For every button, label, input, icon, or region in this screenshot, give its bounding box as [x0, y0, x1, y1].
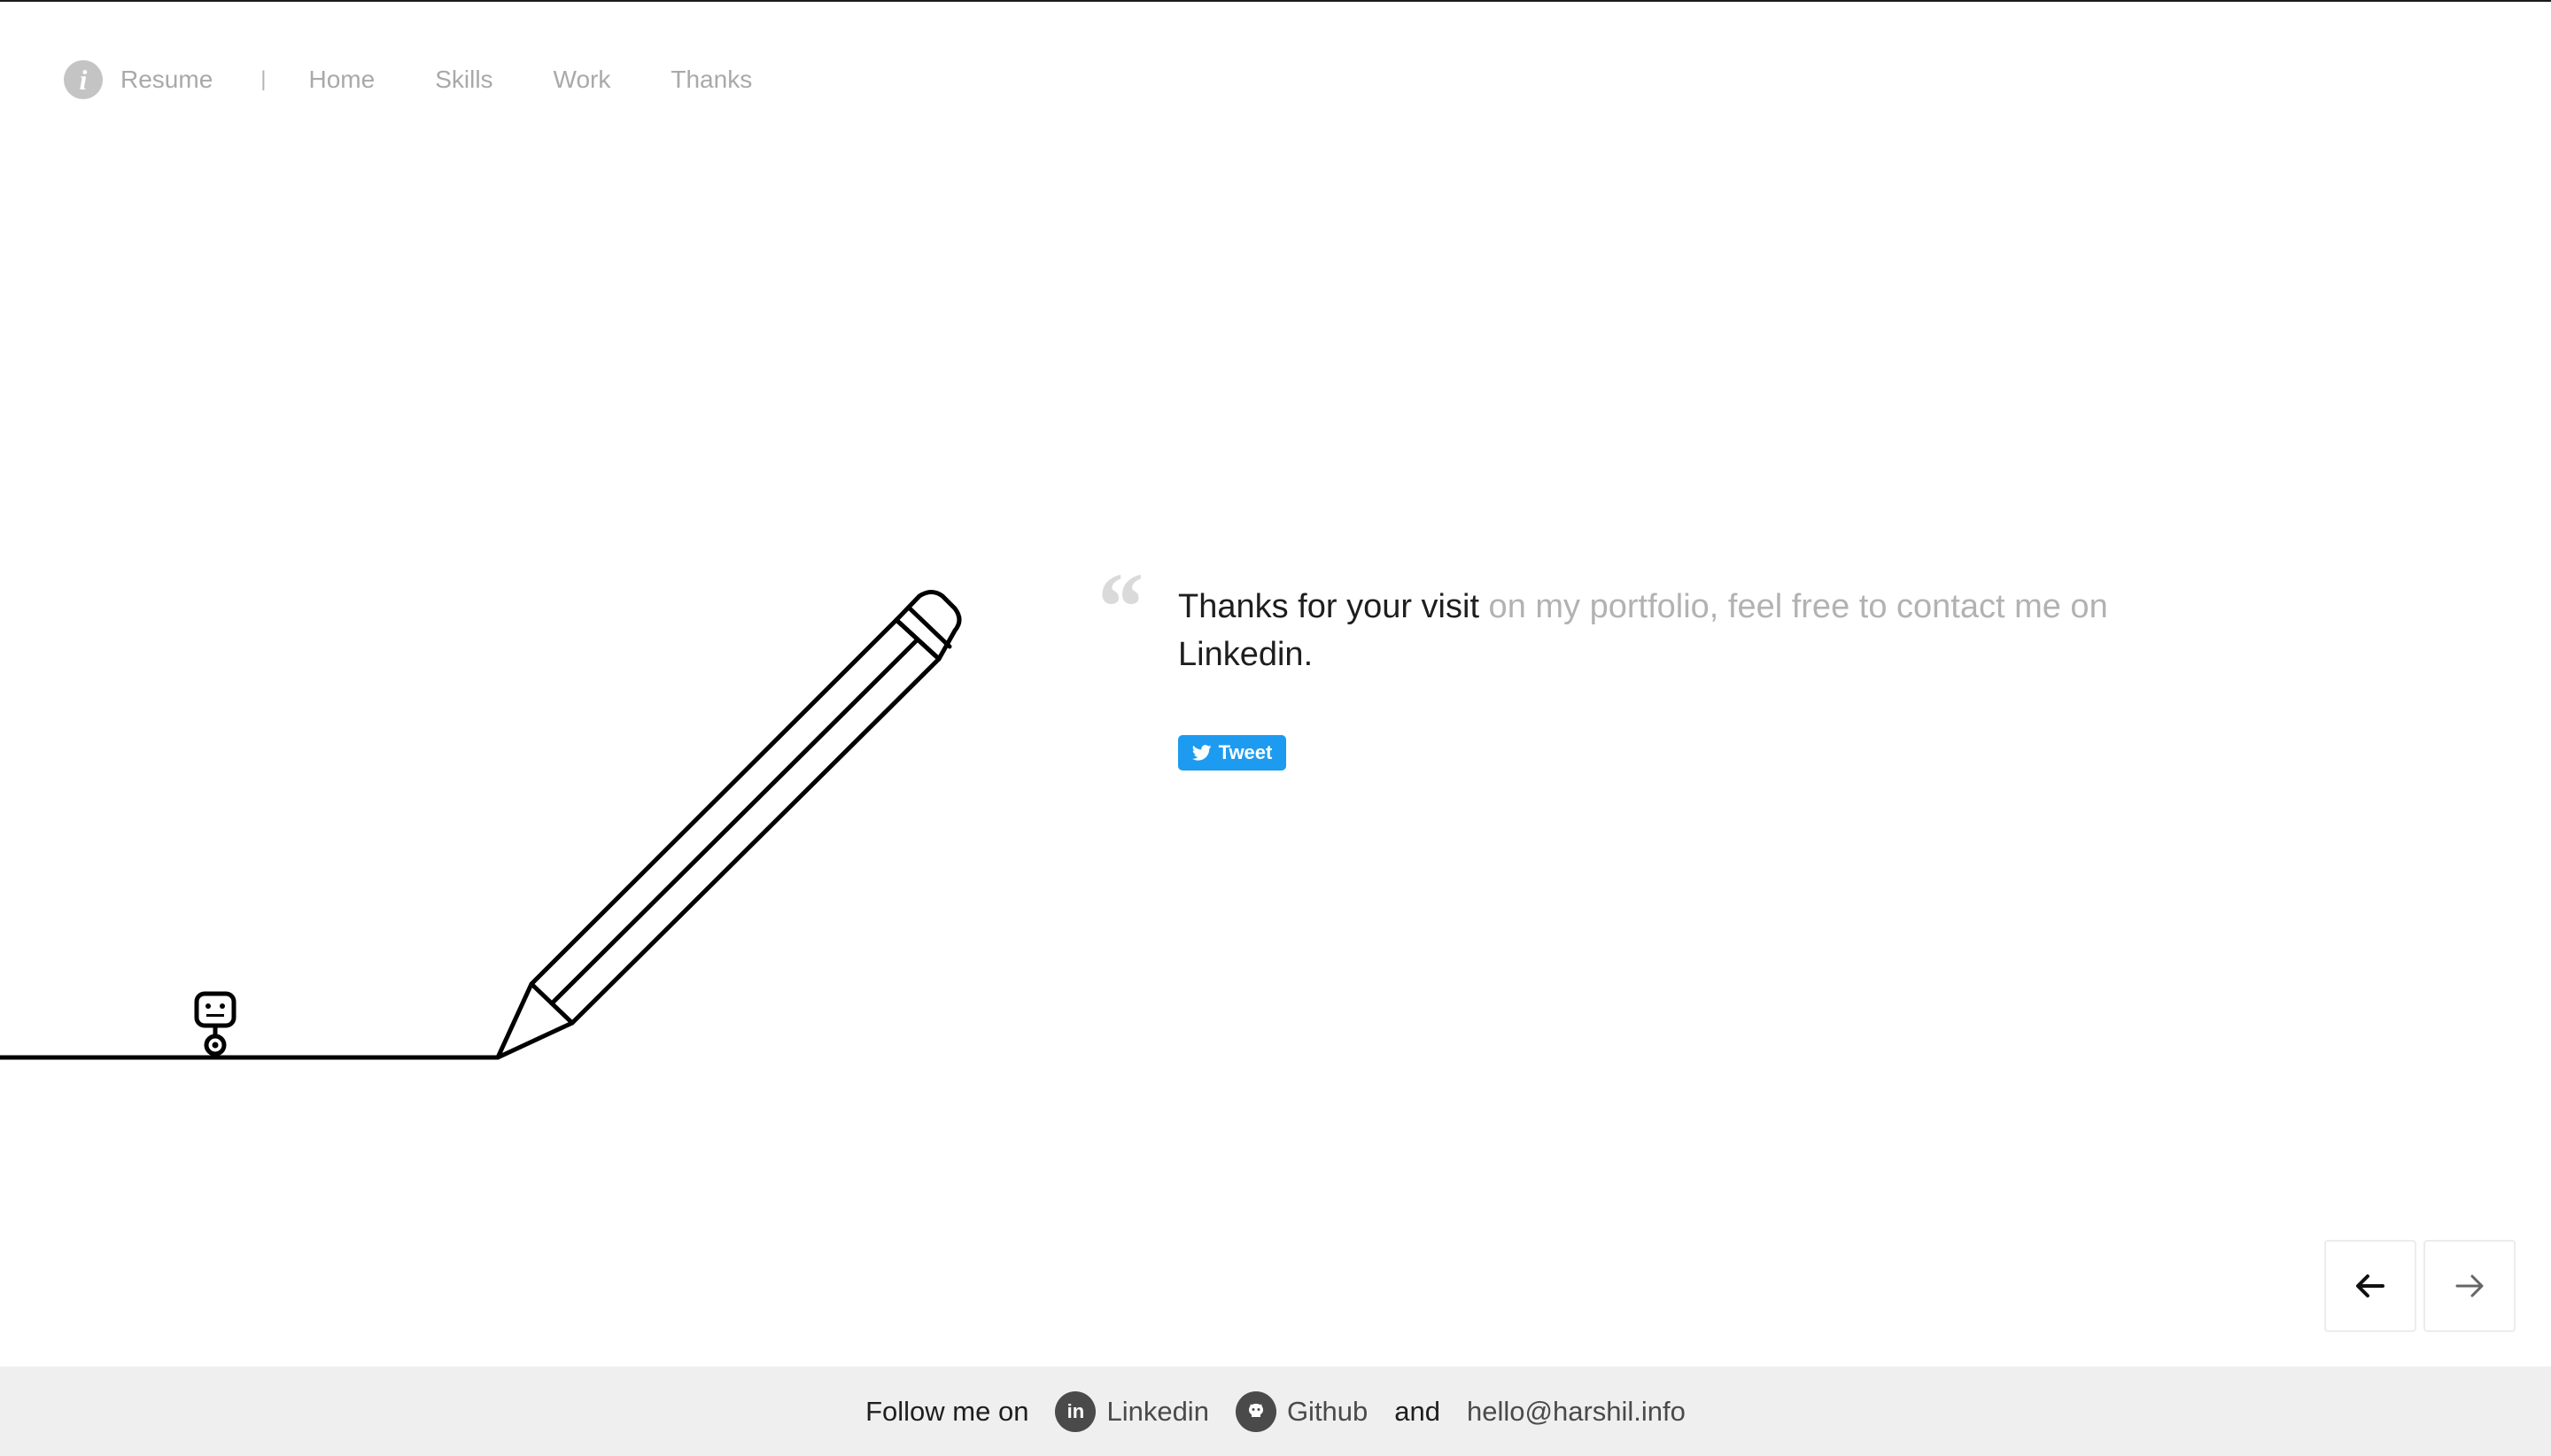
quote-linkedin-link[interactable]: Linkedin [1178, 636, 1304, 673]
quote-muted: on my portfolio, feel free to contact me… [1479, 588, 2108, 625]
top-nav: i Resume | Home Skills Work Thanks [64, 58, 812, 101]
thanks-quote: Thanks for your visit on my portfolio, f… [1178, 583, 2144, 678]
twitter-bird-icon [1191, 745, 1212, 761]
nav-item-work[interactable]: Work [554, 66, 611, 94]
quote-mark: “ [1093, 553, 1142, 661]
tweet-label: Tweet [1218, 741, 1273, 763]
footer-follow-text: Follow me on [865, 1395, 1029, 1427]
nav-separator: | [260, 67, 267, 91]
arrow-left-icon [2356, 1274, 2384, 1297]
nav-item-skills[interactable]: Skills [435, 66, 492, 94]
quote-highlight: Thanks for your visit [1178, 588, 1479, 625]
robot-head [194, 991, 236, 1028]
footer-email-link[interactable]: hello@harshil.info [1467, 1396, 1686, 1428]
arrow-right-icon [2455, 1274, 2484, 1297]
footer-linkedin-label: Linkedin [1106, 1395, 1209, 1427]
next-button[interactable] [2423, 1240, 2516, 1332]
top-border [0, 0, 2551, 2]
resume-link[interactable]: Resume [120, 66, 213, 94]
footer-github-label: Github [1286, 1395, 1369, 1427]
quote-period: . [1303, 636, 1314, 673]
tweet-button[interactable]: Tweet [1178, 735, 1286, 771]
linkedin-icon: in [1055, 1390, 1097, 1432]
pencil-illustration [0, 590, 962, 1060]
info-icon[interactable]: i [64, 60, 103, 99]
footer-linkedin-link[interactable]: in Linkedin [1055, 1390, 1209, 1432]
footer: Follow me on in Linkedin Github and hell… [0, 1367, 2551, 1456]
prev-button[interactable] [2324, 1240, 2416, 1332]
github-icon [1235, 1390, 1276, 1432]
footer-github-link[interactable]: Github [1235, 1390, 1369, 1432]
nav-item-thanks[interactable]: Thanks [671, 66, 752, 94]
footer-and-text: and [1394, 1395, 1441, 1427]
nav-item-home[interactable]: Home [309, 66, 376, 94]
